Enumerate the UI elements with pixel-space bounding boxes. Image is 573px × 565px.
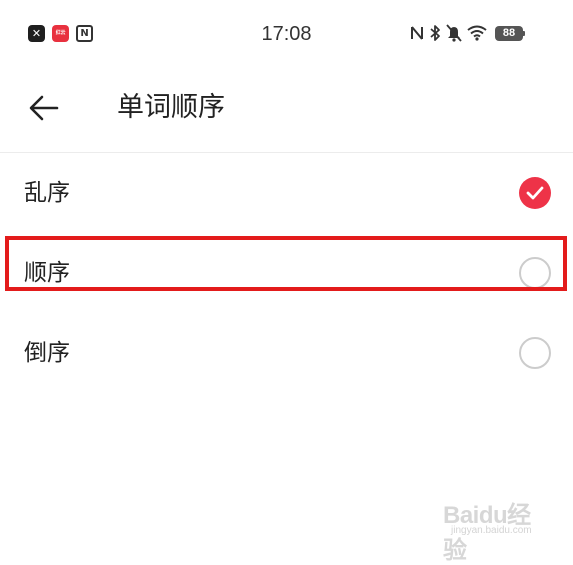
battery-icon: 88 (495, 26, 523, 41)
watermark-sub: jingyan.baidu.com (451, 525, 532, 536)
option-label: 顺序 (24, 260, 70, 286)
option-reverse[interactable]: 倒序 (0, 313, 573, 393)
baidu-watermark: Baidu经验 jingyan.baidu.com (443, 495, 543, 564)
status-right-icons (410, 24, 487, 42)
app-header: 单词顺序 (0, 68, 573, 153)
wifi-icon (467, 25, 487, 41)
arrow-left-icon (29, 95, 59, 121)
page-title: 单词顺序 (117, 92, 225, 123)
option-label: 倒序 (24, 340, 70, 366)
radio-unchecked[interactable] (519, 257, 551, 289)
status-bar: ✕ 红云 N 17:08 88 (0, 0, 573, 68)
mute-icon (446, 24, 462, 42)
option-label: 乱序 (24, 180, 70, 206)
option-sequential[interactable]: 顺序 (0, 233, 573, 313)
radio-checked[interactable] (519, 177, 551, 209)
check-icon (526, 186, 544, 200)
bluetooth-icon (430, 25, 440, 41)
option-random[interactable]: 乱序 (0, 153, 573, 233)
radio-unchecked[interactable] (519, 337, 551, 369)
nfc-icon (411, 26, 423, 40)
battery-tip (523, 31, 525, 36)
back-button[interactable] (24, 88, 64, 128)
status-time: 17:08 (261, 23, 312, 45)
